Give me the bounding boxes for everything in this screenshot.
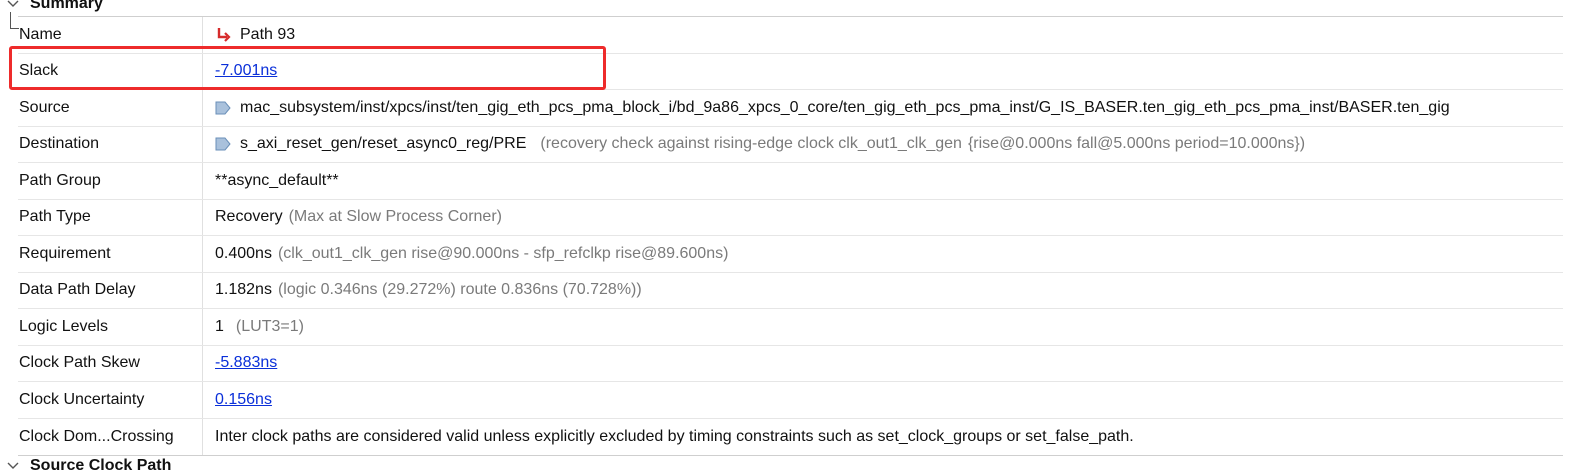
clock-uncertainty-link[interactable]: 0.156ns xyxy=(215,391,272,409)
row-label-clock-domain-crossing: Clock Dom...Crossing xyxy=(18,418,203,455)
row-value-data-path-delay: 1.182ns (logic 0.346ns (29.272%) route 0… xyxy=(203,281,1563,299)
table-row-source: Source mac_subsystem/inst/xpcs/inst/ten_… xyxy=(18,90,1563,127)
clock-domain-crossing-value: Inter clock paths are considered valid u… xyxy=(215,427,1134,445)
table-row-logic-levels: Logic Levels 1 (LUT3=1) xyxy=(18,309,1563,346)
clock-path-skew-link[interactable]: -5.883ns xyxy=(215,354,277,372)
source-pin-value[interactable]: mac_subsystem/inst/xpcs/inst/ten_gig_eth… xyxy=(240,99,1450,117)
row-value-requirement: 0.400ns (clk_out1_clk_gen rise@90.000ns … xyxy=(203,245,1563,263)
row-value-source: mac_subsystem/inst/xpcs/inst/ten_gig_eth… xyxy=(203,99,1563,117)
table-row-clock-uncertainty: Clock Uncertainty 0.156ns xyxy=(18,382,1563,419)
row-label-path-type: Path Type xyxy=(18,199,203,235)
table-row-name: Name Path 93 xyxy=(18,17,1563,54)
row-value-name: Path 93 xyxy=(203,26,1563,44)
row-value-logic-levels: 1 (LUT3=1) xyxy=(203,318,1563,336)
logic-levels-detail: (LUT3=1) xyxy=(235,317,304,335)
table-row-data-path-delay: Data Path Delay 1.182ns (logic 0.346ns (… xyxy=(18,272,1563,309)
row-value-destination: s_axi_reset_gen/reset_async0_reg/PRE (re… xyxy=(203,135,1563,153)
data-path-delay-detail: (logic 0.346ns (29.272%) route 0.836ns (… xyxy=(277,281,642,299)
requirement-detail: (clk_out1_clk_gen rise@90.000ns - sfp_re… xyxy=(277,244,729,262)
source-clock-path-section-header[interactable]: Source Clock Path xyxy=(0,456,1591,476)
destination-detail: (recovery check against rising-edge cloc… xyxy=(540,135,962,153)
table-row-requirement: Requirement 0.400ns (clk_out1_clk_gen ri… xyxy=(18,236,1563,273)
row-value-path-group: **async_default** xyxy=(203,172,1563,190)
row-value-clock-path-skew: -5.883ns xyxy=(203,354,1563,372)
pin-icon xyxy=(215,101,231,115)
row-label-data-path-delay: Data Path Delay xyxy=(18,272,203,308)
destination-pin-value[interactable]: s_axi_reset_gen/reset_async0_reg/PRE xyxy=(240,135,526,153)
path-group-value: **async_default** xyxy=(215,171,339,189)
logic-levels-value: 1 xyxy=(215,317,224,335)
path-type-detail: (Max at Slow Process Corner) xyxy=(288,208,502,226)
summary-section-header[interactable]: Summary xyxy=(0,0,1591,14)
row-label-logic-levels: Logic Levels xyxy=(18,309,203,345)
path-name-value: Path 93 xyxy=(240,25,296,43)
row-value-clock-domain-crossing: Inter clock paths are considered valid u… xyxy=(203,428,1563,446)
table-row-clock-path-skew: Clock Path Skew -5.883ns xyxy=(18,345,1563,382)
path-type-value: Recovery xyxy=(215,208,283,226)
table-row-path-type: Path Type Recovery (Max at Slow Process … xyxy=(18,199,1563,236)
requirement-value: 0.400ns xyxy=(215,244,272,262)
row-label-requirement: Requirement xyxy=(18,236,203,272)
data-path-delay-value: 1.182ns xyxy=(215,281,272,299)
row-label-clock-uncertainty: Clock Uncertainty xyxy=(18,382,203,418)
table-row-slack: Slack -7.001ns xyxy=(18,53,1563,90)
table-row-clock-domain-crossing: Clock Dom...Crossing Inter clock paths a… xyxy=(18,418,1563,455)
row-value-slack: -7.001ns xyxy=(203,62,1563,80)
path-arrow-icon xyxy=(217,27,231,42)
destination-clock-detail: {rise@0.000ns fall@5.000ns period=10.000… xyxy=(967,135,1306,153)
row-label-name: Name xyxy=(18,17,203,53)
row-label-clock-path-skew: Clock Path Skew xyxy=(18,345,203,381)
scroll-gutter xyxy=(1563,16,1591,456)
row-value-path-type: Recovery (Max at Slow Process Corner) xyxy=(203,208,1563,226)
source-clock-path-title: Source Clock Path xyxy=(30,457,172,474)
row-value-clock-uncertainty: 0.156ns xyxy=(203,391,1563,409)
chevron-down-icon[interactable] xyxy=(6,0,20,11)
slack-link[interactable]: -7.001ns xyxy=(215,62,277,80)
pin-icon xyxy=(215,137,231,151)
row-label-slack: Slack xyxy=(18,53,203,89)
table-row-path-group: Path Group **async_default** xyxy=(18,163,1563,200)
summary-section-title: Summary xyxy=(30,0,103,12)
summary-properties-table: Name Path 93 Slack -7.001ns Source mac_s… xyxy=(18,16,1564,456)
row-label-path-group: Path Group xyxy=(18,163,203,199)
row-label-source: Source xyxy=(18,90,203,126)
table-row-destination: Destination s_axi_reset_gen/reset_async0… xyxy=(18,126,1563,163)
row-label-destination: Destination xyxy=(18,126,203,162)
